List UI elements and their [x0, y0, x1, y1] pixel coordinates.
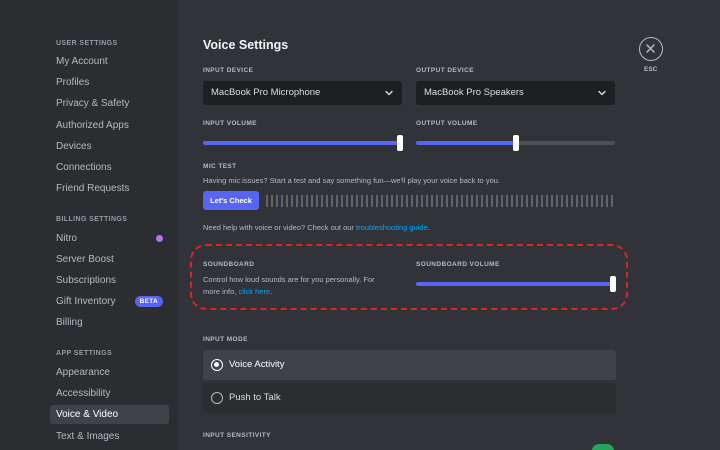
- input-sensitivity-label: INPUT SENSITIVITY: [203, 432, 271, 439]
- input-mode-push-to-talk[interactable]: Push to Talk: [203, 383, 616, 413]
- output-volume-label: OUTPUT VOLUME: [416, 120, 478, 127]
- lets-check-button[interactable]: Let's Check: [203, 191, 259, 210]
- sidebar-item-appearance[interactable]: Appearance: [50, 363, 169, 382]
- sidebar-item-connections[interactable]: Connections: [50, 158, 169, 177]
- push-to-talk-label: Push to Talk: [229, 392, 281, 403]
- input-mode-label: INPUT MODE: [203, 336, 248, 343]
- radio-selected-icon: [211, 359, 223, 371]
- voice-activity-label: Voice Activity: [229, 359, 285, 370]
- chevron-down-icon: [598, 90, 606, 96]
- close-icon: [646, 44, 655, 53]
- sidebar-item-text-images[interactable]: Text & Images: [50, 427, 169, 446]
- soundboard-click-here-link[interactable]: click here: [238, 287, 270, 296]
- sidebar-item-accessibility[interactable]: Accessibility: [50, 384, 169, 403]
- soundboard-label: SOUNDBOARD: [203, 261, 255, 268]
- soundboard-volume-handle[interactable]: [610, 276, 616, 292]
- output-volume-fill: [416, 141, 516, 145]
- sidebar-item-gift-inventory[interactable]: Gift Inventory BETA: [50, 292, 169, 311]
- mic-level-meter: [266, 195, 616, 207]
- esc-label: ESC: [644, 66, 658, 73]
- sidebar-item-nitro[interactable]: Nitro: [50, 229, 169, 248]
- chevron-down-icon: [385, 90, 393, 96]
- sidebar-item-profiles[interactable]: Profiles: [50, 73, 169, 92]
- close-button[interactable]: [639, 37, 663, 61]
- input-volume-fill: [203, 141, 400, 145]
- mic-test-label: MIC TEST: [203, 163, 237, 170]
- sidebar-item-my-account[interactable]: My Account: [50, 52, 169, 71]
- input-volume-label: INPUT VOLUME: [203, 120, 257, 127]
- soundboard-description-line1: Control how loud sounds are for you pers…: [203, 275, 375, 284]
- settings-content: Voice Settings ESC INPUT DEVICE MacBook …: [178, 0, 720, 450]
- sidebar-header-user-settings: USER SETTINGS: [56, 40, 118, 47]
- soundboard-description-line2: more info, click here.: [203, 287, 272, 296]
- input-volume-handle[interactable]: [397, 135, 403, 151]
- output-device-select[interactable]: MacBook Pro Speakers: [416, 81, 615, 105]
- radio-unselected-icon: [211, 392, 223, 404]
- output-volume-slider[interactable]: [416, 135, 615, 151]
- soundboard-volume-fill: [416, 282, 613, 286]
- sidebar-item-billing[interactable]: Billing: [50, 313, 169, 332]
- settings-sidebar: USER SETTINGS My Account Profiles Privac…: [0, 0, 178, 450]
- nitro-icon: [156, 235, 163, 242]
- troubleshooting-guide-link[interactable]: troubleshooting guide: [356, 223, 428, 232]
- input-mode-voice-activity[interactable]: Voice Activity: [203, 350, 616, 380]
- mic-help-prefix: Need help with voice or video? Check out…: [203, 223, 357, 232]
- sidebar-item-privacy-safety[interactable]: Privacy & Safety: [50, 94, 169, 113]
- sidebar-header-app-settings: APP SETTINGS: [56, 350, 113, 357]
- output-device-label: OUTPUT DEVICE: [416, 67, 474, 74]
- sidebar-item-server-boost[interactable]: Server Boost: [50, 250, 169, 269]
- sidebar-item-voice-video[interactable]: Voice & Video: [50, 405, 169, 424]
- soundboard-description-prefix: more info,: [203, 287, 239, 296]
- sidebar-item-devices[interactable]: Devices: [50, 137, 169, 156]
- beta-badge: BETA: [134, 296, 163, 307]
- soundboard-volume-slider[interactable]: [416, 276, 616, 292]
- input-device-value: MacBook Pro Microphone: [211, 87, 321, 98]
- sidebar-item-label: Gift Inventory: [56, 296, 116, 307]
- page-title: Voice Settings: [203, 38, 289, 52]
- input-device-select[interactable]: MacBook Pro Microphone: [203, 81, 402, 105]
- sidebar-item-subscriptions[interactable]: Subscriptions: [50, 271, 169, 290]
- input-sensitivity-toggle[interactable]: [592, 444, 614, 450]
- mic-test-description: Having mic issues? Start a test and say …: [203, 176, 500, 185]
- sidebar-item-authorized-apps[interactable]: Authorized Apps: [50, 116, 169, 135]
- input-volume-slider[interactable]: [203, 135, 403, 151]
- sidebar-item-friend-requests[interactable]: Friend Requests: [50, 179, 169, 198]
- output-device-value: MacBook Pro Speakers: [424, 87, 524, 98]
- input-device-label: INPUT DEVICE: [203, 67, 254, 74]
- mic-help-text: Need help with voice or video? Check out…: [203, 223, 430, 232]
- soundboard-volume-label: SOUNDBOARD VOLUME: [416, 261, 500, 268]
- sidebar-header-billing-settings: BILLING SETTINGS: [56, 216, 128, 223]
- soundboard-link-suffix: .: [270, 287, 273, 296]
- mic-help-suffix: .: [427, 223, 430, 232]
- sidebar-item-label: Nitro: [56, 233, 78, 244]
- output-volume-handle[interactable]: [512, 135, 519, 151]
